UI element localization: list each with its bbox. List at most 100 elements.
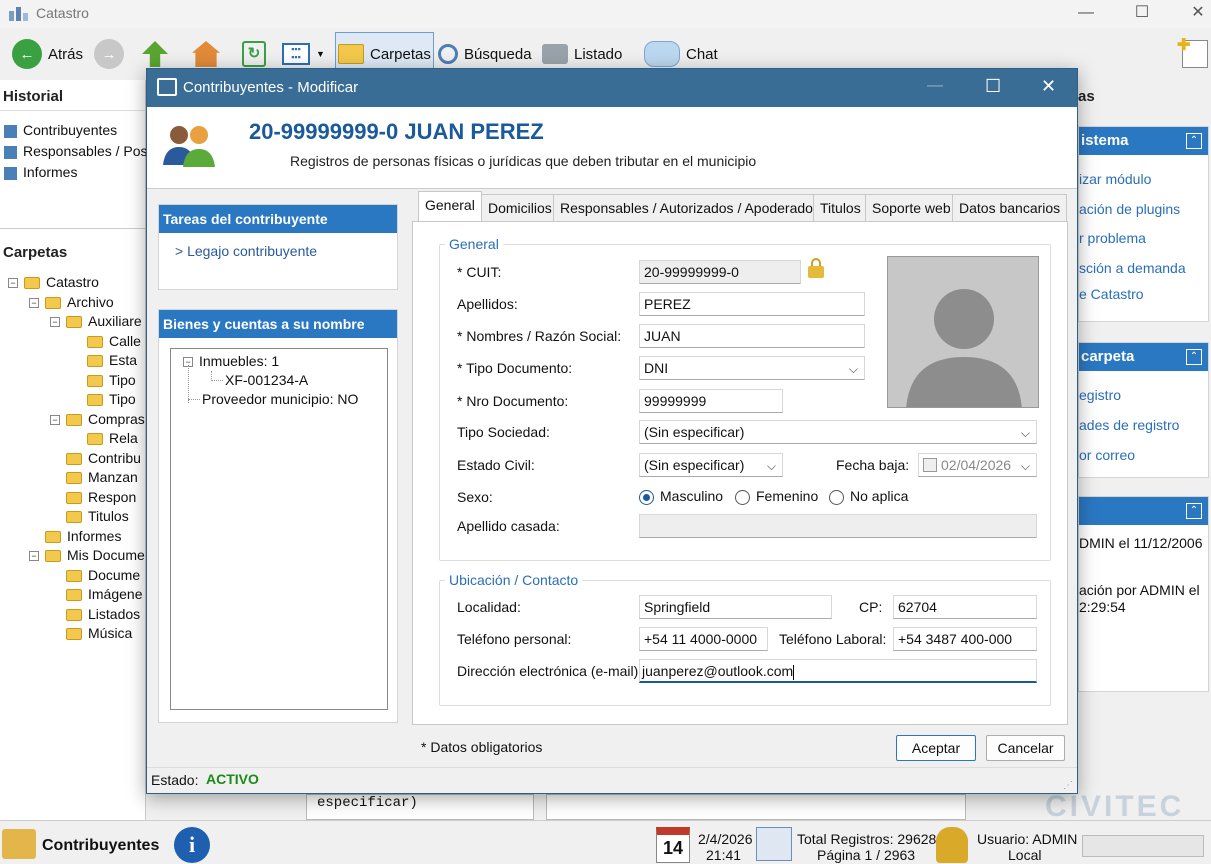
sistema-box: istema ⌃ izar módulo ación de plugins r … [1078, 126, 1209, 322]
sistema-link[interactable]: r problema [1079, 230, 1146, 246]
historial-item[interactable]: Contribuyentes [4, 122, 117, 138]
nombres-field[interactable]: JUAN [639, 324, 865, 348]
tree-item[interactable]: Informes [29, 528, 121, 544]
carpetas-button-content[interactable]: Carpetas [338, 36, 431, 72]
sistema-link[interactable]: izar módulo [1079, 171, 1151, 187]
cp-field[interactable]: 62704 [893, 595, 1037, 619]
sistema-link[interactable]: e Catastro [1079, 286, 1144, 302]
sistema-link[interactable]: sción a demanda [1079, 260, 1186, 276]
tab-titulos[interactable]: Titulos [813, 194, 868, 221]
listado-button[interactable]: Listado [542, 36, 622, 72]
info-line: ación por ADMIN el [1079, 582, 1200, 598]
back-button[interactable]: ← Atrás [12, 36, 83, 72]
tree-item[interactable]: Música [50, 625, 132, 641]
tab-soporte-web[interactable]: Soporte web [865, 194, 958, 221]
resize-grip-icon[interactable]: ⋰ [1063, 780, 1073, 791]
view-button[interactable]: ▪▪▪ ▪▪▪ ▼ [282, 36, 325, 72]
radio-unselected[interactable] [735, 489, 750, 505]
collapse-icon[interactable]: ⌃ [1186, 503, 1202, 519]
collapse-expander-icon[interactable]: − [50, 317, 60, 328]
close-icon[interactable]: ✕ [1041, 76, 1056, 97]
tree-node-inmuebles[interactable]: − Inmuebles: 1 [183, 353, 279, 369]
tree-item[interactable]: Listados [50, 606, 140, 622]
collapse-icon[interactable]: ⌃ [1186, 133, 1202, 149]
apellidos-field[interactable]: PEREZ [639, 292, 865, 316]
sexo-femenino[interactable]: Femenino [735, 488, 818, 505]
chat-button[interactable]: Chat [644, 36, 718, 72]
collapse-expander-icon[interactable]: − [8, 278, 18, 289]
carpeta-link[interactable]: or correo [1079, 447, 1135, 463]
tree-item[interactable]: − Catastro [8, 274, 99, 290]
history-icon [4, 145, 17, 159]
new-document-icon[interactable]: ✚ [1177, 37, 1208, 68]
tab-general[interactable]: General [418, 191, 482, 221]
right-panel: as istema ⌃ izar módulo ación de plugins… [1078, 80, 1211, 820]
sexo-no-aplica[interactable]: No aplica [829, 488, 908, 505]
tab-datos-bancarios[interactable]: Datos bancarios [952, 194, 1068, 221]
collapse-expander-icon[interactable]: − [50, 414, 60, 425]
tree-item[interactable]: Manzan [50, 469, 138, 485]
tree-item[interactable]: − Archivo [29, 294, 114, 310]
localidad-field[interactable]: Springfield [639, 595, 832, 619]
sistema-link[interactable]: ación de plugins [1079, 201, 1180, 217]
forward-button[interactable]: → [94, 36, 124, 72]
sexo-masculino[interactable]: Masculino [639, 488, 723, 505]
legajo-link[interactable]: > Legajo contribuyente [175, 243, 317, 259]
busqueda-button[interactable]: Búsqueda [438, 36, 532, 72]
tree-item[interactable]: Esta [71, 352, 137, 368]
tree-item[interactable]: − Compras [50, 411, 145, 427]
fecha-baja-picker[interactable]: 02/04/2026 ⌵ [918, 453, 1037, 477]
minimize-icon[interactable]: — [1072, 2, 1100, 24]
tree-item[interactable]: Imágene [50, 586, 142, 602]
maximize-icon[interactable]: ☐ [1128, 2, 1156, 24]
folder-icon [66, 452, 82, 465]
tipo-doc-select[interactable]: DNI ⌵ [639, 356, 865, 380]
carpetas-title: Carpetas [3, 244, 68, 261]
tree-node-proveedor[interactable]: Proveedor municipio: NO [202, 391, 358, 407]
tree-item[interactable]: Calle [71, 333, 141, 349]
tree-node-partida[interactable]: XF-001234-A [225, 372, 308, 388]
cancelar-button[interactable]: Cancelar [986, 735, 1065, 761]
fecha-baja-checkbox[interactable] [923, 458, 937, 472]
tree-item[interactable]: Docume [50, 567, 140, 583]
tree-item[interactable]: − Auxiliare [50, 313, 142, 329]
email-field[interactable]: juanperez@outlook.com [639, 659, 1037, 683]
tree-item-label: Archivo [67, 293, 114, 310]
tel-personal-field[interactable]: +54 11 4000-0000 [639, 627, 768, 651]
up-button[interactable] [142, 36, 168, 72]
nro-doc-field[interactable]: 99999999 [639, 389, 783, 413]
historial-item[interactable]: Responsables / Pose [4, 143, 155, 159]
tab-responsables[interactable]: Responsables / Autorizados / Apoderados [553, 194, 827, 221]
tree-item[interactable]: Tipo [71, 391, 136, 407]
info-icon[interactable]: i [174, 827, 210, 863]
radio-unselected[interactable] [829, 489, 844, 505]
cuit-field[interactable]: 20-99999999-0 [639, 260, 801, 284]
refresh-button[interactable]: ↻ [242, 36, 266, 72]
tree-item[interactable]: Contribu [50, 450, 141, 466]
apellido-casada-field[interactable] [639, 514, 1037, 538]
close-icon[interactable]: ✕ [1184, 2, 1211, 24]
tree-item[interactable]: Rela [71, 430, 138, 446]
minimize-icon: — [927, 77, 943, 94]
tab-domicilios[interactable]: Domicilios [481, 194, 559, 221]
home-button[interactable] [192, 36, 220, 72]
carpeta-link[interactable]: ades de registro [1079, 417, 1179, 433]
estado-civil-select[interactable]: (Sin especificar) ⌵ [639, 453, 783, 477]
historial-item[interactable]: Informes [4, 164, 77, 180]
carpeta-link[interactable]: egistro [1079, 387, 1121, 403]
collapse-expander-icon[interactable]: − [29, 551, 39, 562]
photo-placeholder[interactable] [887, 256, 1039, 408]
tree-item[interactable]: − Mis Docume [29, 547, 145, 563]
collapse-icon[interactable]: ⌃ [1186, 349, 1202, 365]
collapse-expander-icon[interactable]: − [29, 297, 39, 308]
folder-icon [66, 589, 82, 602]
aceptar-button[interactable]: Aceptar [896, 735, 976, 761]
radio-selected[interactable] [639, 489, 654, 505]
tree-item[interactable]: Respon [50, 489, 136, 505]
tree-item[interactable]: Titulos [50, 508, 129, 524]
maximize-icon[interactable]: ☐ [985, 76, 1001, 97]
tipo-sociedad-select[interactable]: (Sin especificar) ⌵ [639, 420, 1037, 444]
carpetas-label: Carpetas [370, 45, 431, 63]
tree-item[interactable]: Tipo [71, 372, 136, 388]
tel-laboral-field[interactable]: +54 3487 400-000 [893, 627, 1037, 651]
